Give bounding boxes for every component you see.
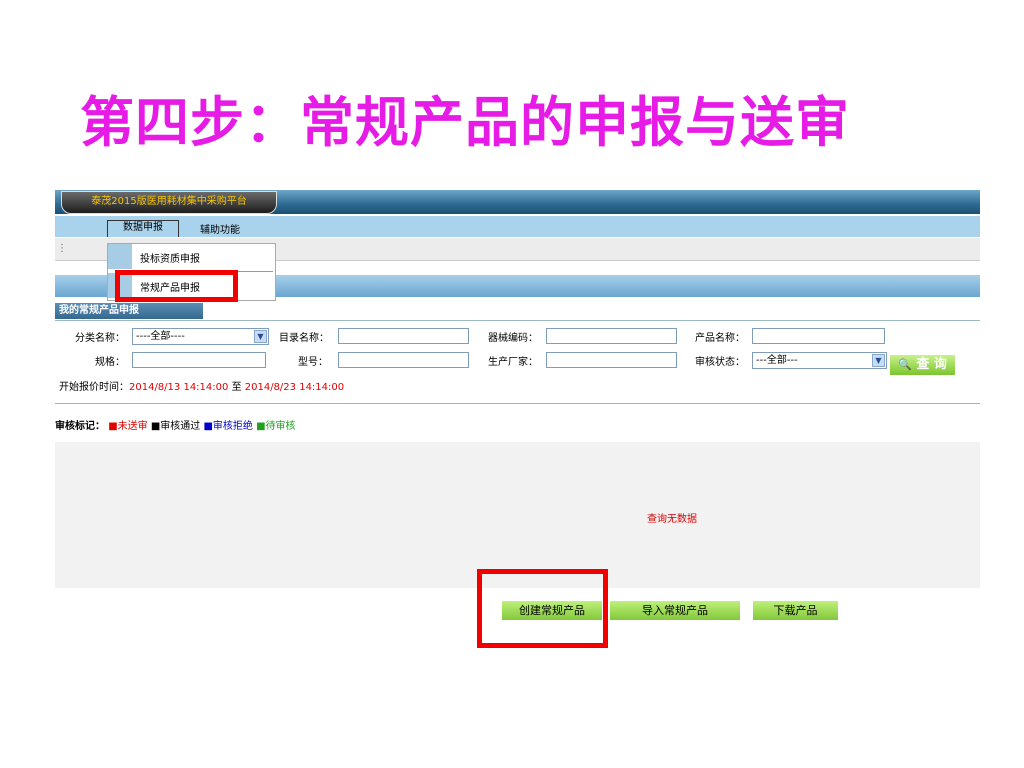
filter-panel: 分类名称： ----全部---- ▼ 目录名称： 器械编码： 产品名称： 规格：… [55, 320, 980, 404]
time-range: 开始报价时间：2014/8/13 14:14:00 至 2014/8/23 14… [59, 378, 344, 393]
product-name-label: 产品名称： [695, 333, 745, 344]
legend-pending: ■待审核 [256, 421, 296, 432]
catalog-label: 目录名称： [279, 333, 329, 344]
menu-item-bid-qualification[interactable]: 投标资质申报 [108, 244, 273, 269]
device-code-label: 器械编码： [488, 333, 538, 344]
highlight-box-menu [115, 270, 238, 302]
section-tab-my-products[interactable]: 我的常规产品申报 [55, 303, 203, 319]
search-icon: 🔍 [898, 358, 912, 371]
category-value: ----全部---- [136, 331, 185, 342]
category-select[interactable]: ----全部---- ▼ [132, 328, 269, 345]
audit-legend: 审核标记： ■未送审 ■审核通过 ■审核拒绝 ■待审核 [55, 417, 296, 432]
legend-label: 审核标记： [55, 421, 105, 432]
legend-rejected: ■审核拒绝 [203, 421, 253, 432]
chevron-down-icon[interactable]: ▼ [872, 354, 885, 367]
toolbar-grip-icon[interactable]: ⋮ [57, 243, 67, 254]
query-button-label: 查 询 [916, 357, 947, 372]
model-input[interactable] [338, 352, 469, 368]
manufacturer-input[interactable] [546, 352, 677, 368]
product-name-input[interactable] [752, 328, 885, 344]
time-label: 开始报价时间： [59, 382, 129, 393]
no-data-text: 查询无数据 [647, 514, 697, 525]
results-area: 查询无数据 [55, 442, 980, 588]
import-regular-product-button[interactable]: 导入常规产品 [610, 601, 740, 620]
highlight-box-create [477, 569, 608, 648]
audit-status-select[interactable]: ---全部--- ▼ [752, 352, 887, 369]
main-nav: 数据申报 辅助功能 [55, 216, 980, 237]
download-product-button[interactable]: 下载产品 [753, 601, 838, 620]
spec-input[interactable] [132, 352, 266, 368]
platform-brand: 泰茂2015版医用耗材集中采购平台 [61, 191, 277, 214]
top-bar: 泰茂2015版医用耗材集中采购平台 [55, 190, 980, 214]
menu-item-label: 投标资质申报 [140, 254, 200, 265]
device-code-input[interactable] [546, 328, 677, 344]
nav-tab-assist[interactable]: 辅助功能 [200, 221, 240, 236]
nav-tab-data-report[interactable]: 数据申报 [107, 220, 179, 237]
spec-label: 规格： [95, 357, 125, 368]
menu-item-stripe [108, 244, 132, 269]
time-to-label: 至 [231, 382, 242, 393]
query-button[interactable]: 🔍 查 询 [890, 355, 955, 375]
chevron-down-icon[interactable]: ▼ [254, 330, 267, 343]
legend-not-sent: ■未送审 [108, 421, 148, 432]
catalog-input[interactable] [338, 328, 469, 344]
audit-status-value: ---全部--- [756, 355, 798, 366]
time-from[interactable]: 2014/8/13 14:14:00 [129, 382, 228, 393]
model-label: 型号： [298, 357, 328, 368]
category-label: 分类名称： [75, 333, 125, 344]
time-to[interactable]: 2014/8/23 14:14:00 [245, 382, 344, 393]
manufacturer-label: 生产厂家： [488, 357, 538, 368]
slide-title: 第四步：常规产品的申报与送审 [80, 90, 850, 154]
audit-status-label: 审核状态： [695, 357, 745, 368]
legend-approved: ■审核通过 [150, 421, 201, 432]
